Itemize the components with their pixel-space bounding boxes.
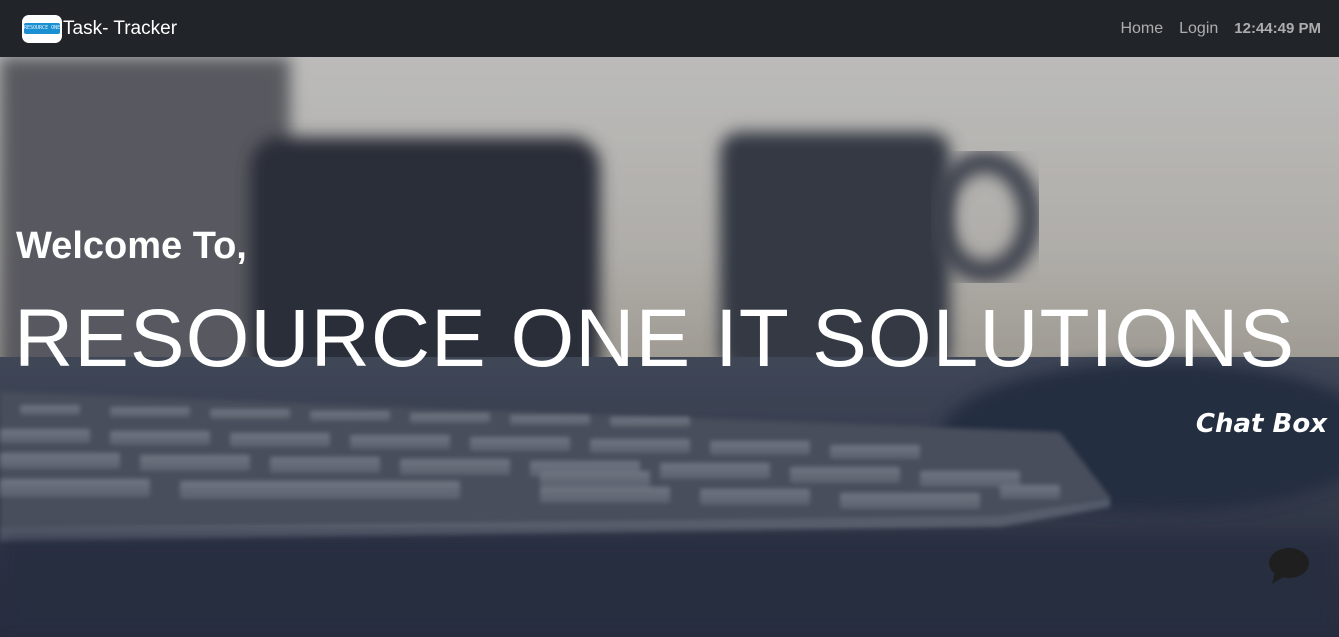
nav-links: Home Login 12:44:49 PM [1104, 20, 1321, 38]
welcome-heading: Welcome To, [16, 225, 247, 267]
speech-bubble-icon [1269, 548, 1309, 584]
clock: 12:44:49 PM [1234, 20, 1321, 37]
company-name-heading: RESOURCE ONE IT SOLUTIONS [14, 293, 1296, 384]
brand-link[interactable]: RESOURCE ONE Task- Tracker [22, 14, 178, 43]
nav-login-link[interactable]: Login [1179, 20, 1218, 38]
hero-banner: Welcome To, RESOURCE ONE IT SOLUTIONS Ch… [0, 57, 1339, 637]
company-logo: RESOURCE ONE [22, 14, 62, 43]
nav-home-link[interactable]: Home [1120, 20, 1163, 38]
navbar: RESOURCE ONE Task- Tracker Home Login 12… [0, 0, 1339, 57]
chat-box-label: Chat Box [1195, 409, 1327, 439]
chat-button[interactable] [1266, 547, 1312, 589]
brand-name: Task- Tracker [63, 17, 178, 39]
